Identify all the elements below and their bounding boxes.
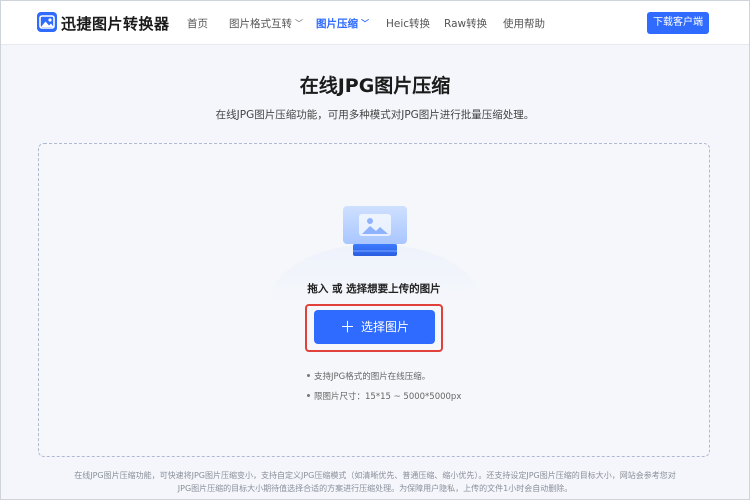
nav-raw-convert[interactable]: Raw转换 <box>444 16 487 31</box>
tip-size-limit: 限图片尺寸：15*15 ~ 5000*5000px <box>307 390 461 402</box>
footer-description: 在线JPG图片压缩功能，可快速将JPG图片压缩变小，支持自定义JPG压缩模式（如… <box>61 469 689 495</box>
upload-drop-zone[interactable]: 拖入 或 选择想要上传的图片 ＋ 选择图片 支持JPG格式的图片在线压缩。 限图片… <box>38 143 710 457</box>
app-logo-icon[interactable] <box>37 12 57 32</box>
page-subtitle: 在线JPG图片压缩功能，可用多种模式对JPG图片进行批量压缩处理。 <box>215 109 535 121</box>
plus-icon: ＋ <box>339 318 355 336</box>
footer-line-2: JPG图片压缩的目标大小期待值选择合适的方案进行压缩处理。为保障用户隐私，上传的… <box>177 484 573 493</box>
nav-help[interactable]: 使用帮助 <box>503 16 545 31</box>
tip-supported-format-text: 支持JPG格式的图片在线压缩。 <box>314 372 431 382</box>
nav-image-compress-label: 图片压缩 <box>316 18 358 30</box>
select-image-button[interactable]: ＋ 选择图片 <box>314 310 435 344</box>
nav-format-convert[interactable]: 图片格式互转 ﹀ <box>229 16 303 31</box>
top-navbar: 迅捷图片转换器 首页 图片格式互转 ﹀ 图片压缩 ﹀ Heic转换 Raw转换 使用… <box>1 1 749 45</box>
tip-size-limit-text: 限图片尺寸：15*15 ~ 5000*5000px <box>314 392 462 402</box>
upload-image-icon <box>343 206 407 256</box>
select-image-label: 选择图片 <box>361 320 410 334</box>
footer-line-1: 在线JPG图片压缩功能，可快速将JPG图片压缩变小，支持自定义JPG压缩模式（如… <box>74 471 676 480</box>
bullet-icon <box>307 374 310 377</box>
nav-format-convert-label: 图片格式互转 <box>229 18 292 30</box>
download-client-button[interactable]: 下载客户端 <box>647 12 709 34</box>
brand-name[interactable]: 迅捷图片转换器 <box>61 13 170 34</box>
nav-home[interactable]: 首页 <box>187 16 208 31</box>
tip-supported-format: 支持JPG格式的图片在线压缩。 <box>307 370 430 382</box>
chevron-down-icon: ﹀ <box>295 19 303 28</box>
nav-heic-convert[interactable]: Heic转换 <box>386 16 430 31</box>
drop-instructions: 拖入 或 选择想要上传的图片 <box>307 283 441 295</box>
nav-image-compress[interactable]: 图片压缩 ﹀ <box>316 16 369 31</box>
page-title: 在线JPG图片压缩 <box>299 75 451 97</box>
chevron-down-icon: ﹀ <box>361 19 369 28</box>
bullet-icon <box>307 394 310 397</box>
